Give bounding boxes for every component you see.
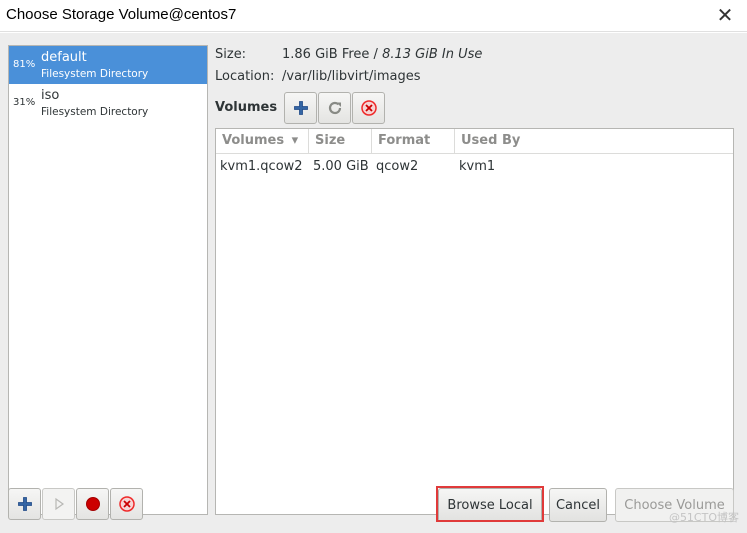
stop-pool-button[interactable] — [76, 488, 109, 520]
pool-list: 81% default Filesystem Directory 31% iso… — [8, 45, 208, 515]
delete-icon — [360, 100, 377, 116]
size-value: 1.86 GiB Free / 8.13 GiB In Use — [282, 47, 482, 62]
pool-type: Filesystem Directory — [41, 68, 149, 80]
column-header-used-by[interactable]: Used By — [455, 129, 733, 154]
volume-format-cell: qcow2 — [376, 159, 419, 174]
delete-volume-button[interactable] — [352, 92, 385, 124]
sort-descending-icon: ▾ — [291, 133, 299, 148]
volume-used-by-cell: kvm1 — [459, 159, 496, 174]
window-title: Choose Storage Volume@centos7 — [6, 6, 237, 23]
size-free: 1.86 GiB Free — [282, 47, 370, 62]
refresh-volumes-button[interactable] — [318, 92, 351, 124]
close-icon[interactable]: ✕ — [711, 2, 739, 30]
add-volume-button[interactable] — [284, 92, 317, 124]
location-label: Location: — [215, 69, 275, 84]
volume-name-cell: kvm1.qcow2 — [220, 159, 303, 174]
pool-usage-percent: 81% — [13, 59, 36, 70]
column-header-volumes[interactable]: Volumes ▾ — [216, 129, 309, 154]
pool-usage-percent: 31% — [13, 97, 36, 108]
dialog-content: 81% default Filesystem Directory 31% iso… — [0, 33, 747, 533]
pool-item-default[interactable]: 81% default Filesystem Directory — [9, 46, 207, 84]
column-header-size[interactable]: Size — [309, 129, 372, 154]
location-value: /var/lib/libvirt/images — [282, 69, 421, 84]
cancel-button[interactable]: Cancel — [549, 488, 607, 522]
volumes-table: Volumes ▾ Size Format Used By kvm1.qcow2… — [215, 128, 734, 515]
play-icon — [54, 497, 64, 511]
highlight-annotation — [436, 486, 544, 522]
pool-name: default — [41, 50, 87, 65]
volumes-table-header: Volumes ▾ Size Format Used By — [216, 129, 733, 154]
add-pool-button[interactable] — [8, 488, 41, 520]
pool-item-iso[interactable]: 31% iso Filesystem Directory — [9, 84, 207, 122]
size-label: Size: — [215, 47, 247, 62]
delete-pool-button[interactable] — [110, 488, 143, 520]
title-bar: Choose Storage Volume@centos7 ✕ — [0, 0, 747, 32]
add-icon — [293, 101, 308, 115]
volume-size-cell: 5.00 GiB — [313, 159, 369, 174]
start-pool-button[interactable] — [42, 488, 75, 520]
add-icon — [17, 497, 32, 511]
size-separator: / — [369, 47, 383, 62]
size-in-use: 8.13 GiB In Use — [382, 47, 483, 62]
record-icon — [85, 497, 100, 511]
refresh-icon — [328, 101, 341, 115]
column-header-format[interactable]: Format — [372, 129, 455, 154]
watermark: @51CTO博客 — [668, 511, 739, 524]
pool-name: iso — [41, 88, 60, 103]
volumes-heading: Volumes — [215, 100, 278, 115]
pool-type: Filesystem Directory — [41, 106, 149, 118]
delete-icon — [118, 496, 135, 512]
